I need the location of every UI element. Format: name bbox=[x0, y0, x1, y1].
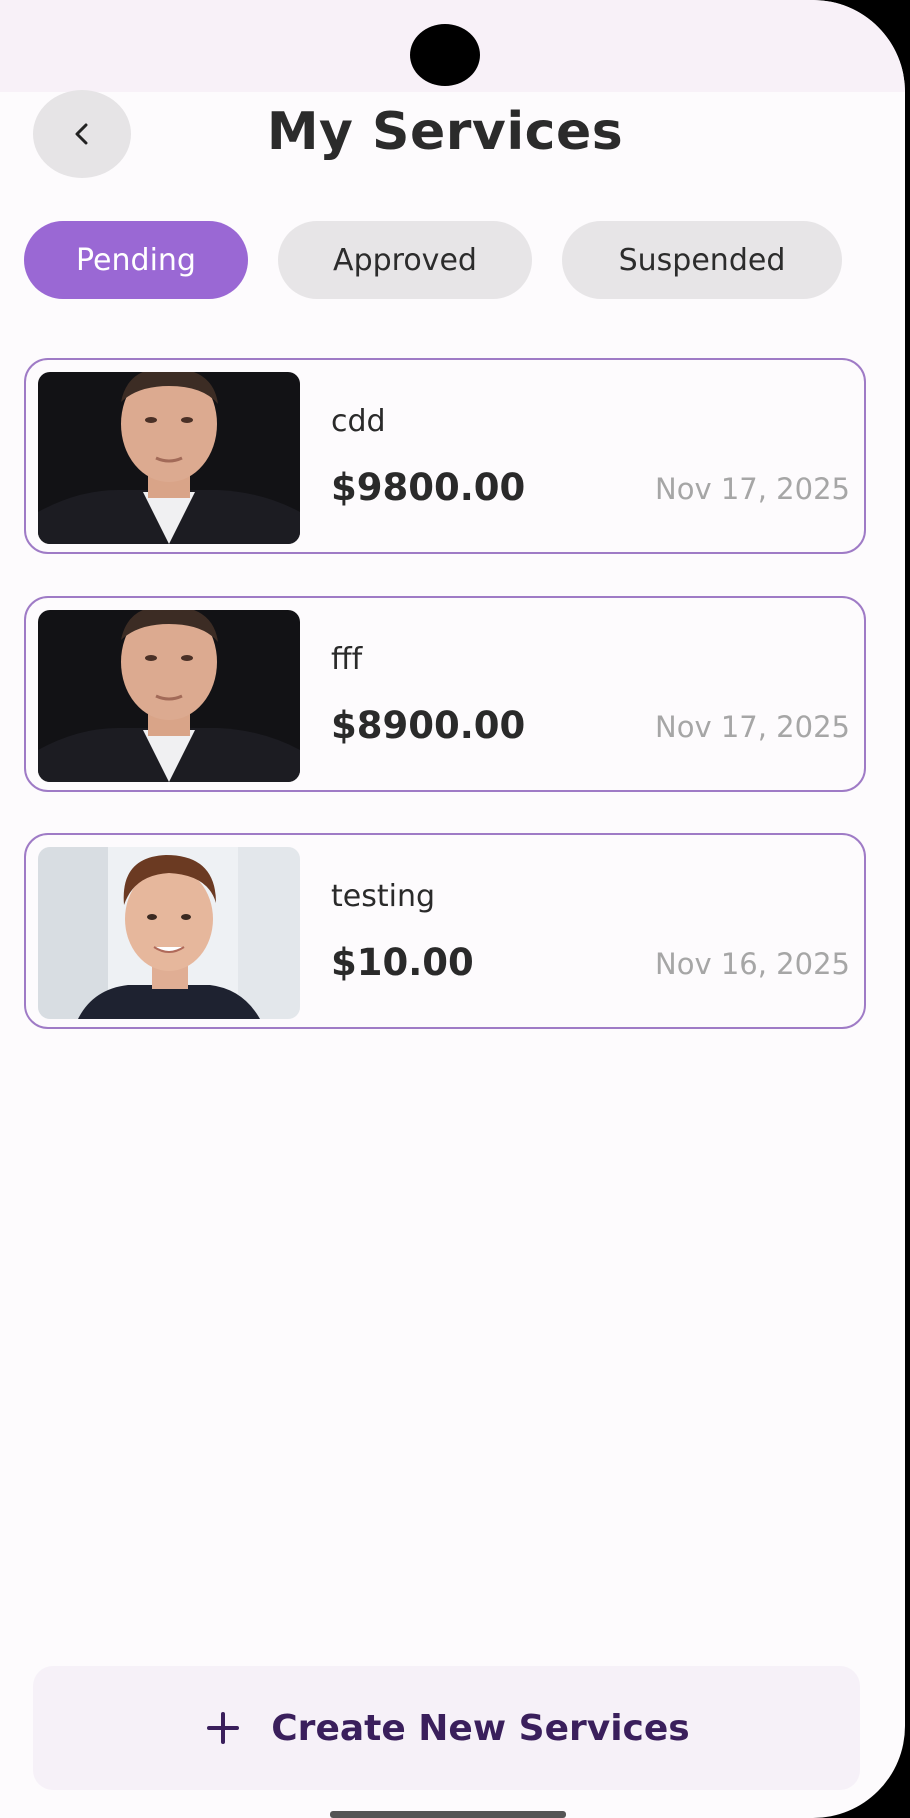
service-price: $10.00 bbox=[331, 941, 474, 984]
tab-pending[interactable]: Pending bbox=[24, 221, 248, 299]
create-button-label: Create New Services bbox=[271, 1707, 690, 1749]
tab-approved[interactable]: Approved bbox=[278, 221, 532, 299]
service-date: Nov 17, 2025 bbox=[655, 472, 850, 506]
service-price: $8900.00 bbox=[331, 704, 526, 747]
service-name: testing bbox=[331, 879, 436, 914]
service-card[interactable]: fff $8900.00 Nov 17, 2025 bbox=[24, 596, 866, 792]
page-title: My Services bbox=[266, 102, 624, 162]
front-camera bbox=[410, 24, 480, 86]
create-new-services-button[interactable]: Create New Services bbox=[33, 1666, 860, 1790]
service-name: cdd bbox=[331, 404, 386, 439]
back-button[interactable] bbox=[33, 90, 131, 178]
service-card[interactable]: testing $10.00 Nov 16, 2025 bbox=[24, 833, 866, 1029]
service-price: $9800.00 bbox=[331, 466, 526, 509]
service-card[interactable]: cdd $9800.00 Nov 17, 2025 bbox=[24, 358, 866, 554]
chevron-left-icon bbox=[75, 123, 88, 145]
service-thumbnail bbox=[38, 372, 300, 544]
phone-screen: My Services Pending Approved Suspended c… bbox=[0, 0, 905, 1818]
service-date: Nov 17, 2025 bbox=[655, 710, 850, 744]
service-name: fff bbox=[331, 642, 363, 677]
tab-suspended[interactable]: Suspended bbox=[562, 221, 842, 299]
service-thumbnail bbox=[38, 610, 300, 782]
home-indicator bbox=[330, 1811, 566, 1818]
service-date: Nov 16, 2025 bbox=[655, 947, 850, 981]
plus-icon bbox=[207, 1712, 240, 1744]
service-thumbnail bbox=[38, 847, 300, 1019]
